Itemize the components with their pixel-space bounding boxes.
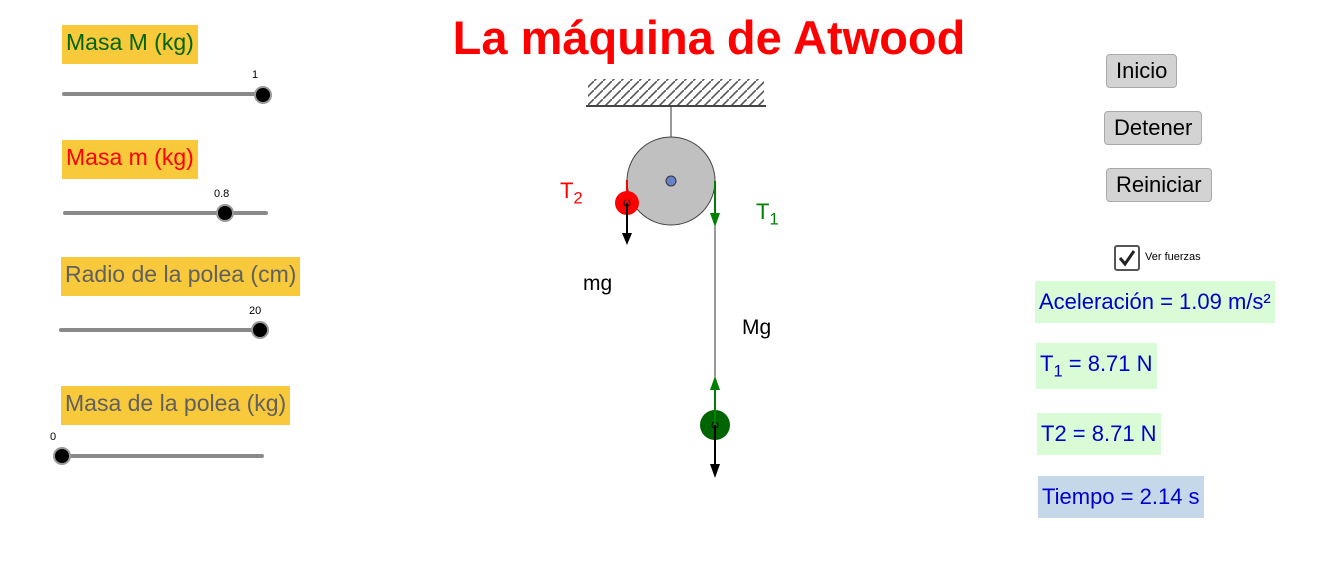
label-T2: T2 [560,178,583,208]
acceleration-readout: Aceleración = 1.09 m/s² [1035,281,1275,323]
show-forces-label: Ver fuerzas [1145,251,1201,263]
checkmark-icon [1118,250,1136,267]
label-T1: T1 [756,199,779,229]
label-mg: mg [583,272,613,295]
pulley-axle [665,175,677,187]
reset-button[interactable]: Reiniciar [1106,168,1212,202]
start-button[interactable]: Inicio [1106,54,1178,88]
time-readout: Tiempo = 2.14 s [1038,476,1204,518]
tension-T2-readout: T2 = 8.71 N [1037,413,1161,455]
ceiling-support [586,79,766,107]
show-forces-checkbox[interactable] [1114,245,1140,271]
label-Mg: Mg [742,316,772,339]
tension-T1-readout: T1 = 8.71 N [1036,343,1157,390]
stop-button[interactable]: Detener [1104,111,1203,145]
